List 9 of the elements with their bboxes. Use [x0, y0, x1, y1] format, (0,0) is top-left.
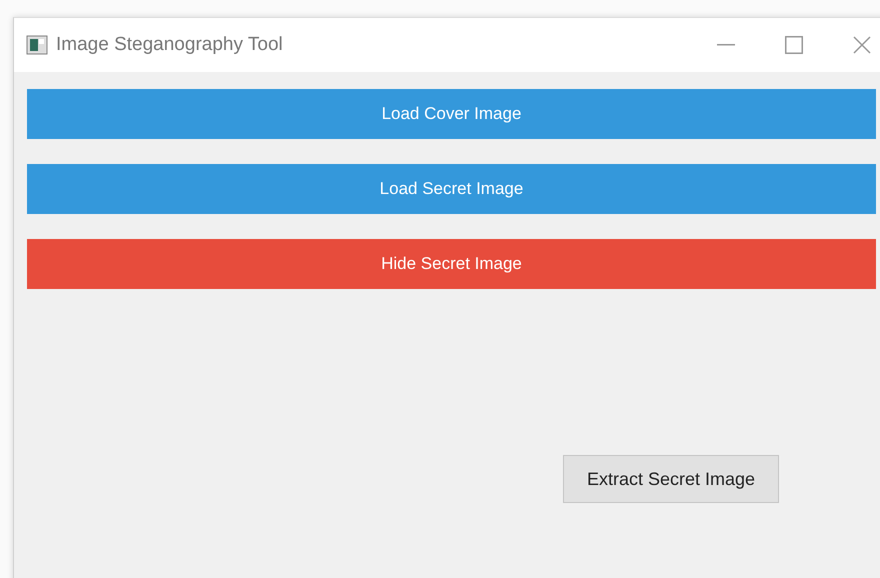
action-button[interactable]: Load Secret Image — [27, 164, 876, 214]
window-title: Image Steganography Tool — [56, 34, 283, 56]
extract-button[interactable]: Extract Secret Image — [563, 455, 779, 503]
maximize-icon[interactable] — [785, 36, 803, 54]
close-icon[interactable] — [853, 36, 871, 54]
action-button[interactable]: Load Cover Image — [27, 89, 876, 139]
app-icon — [26, 35, 48, 55]
minimize-icon[interactable] — [717, 44, 735, 46]
action-button[interactable]: Hide Secret Image — [27, 239, 876, 289]
